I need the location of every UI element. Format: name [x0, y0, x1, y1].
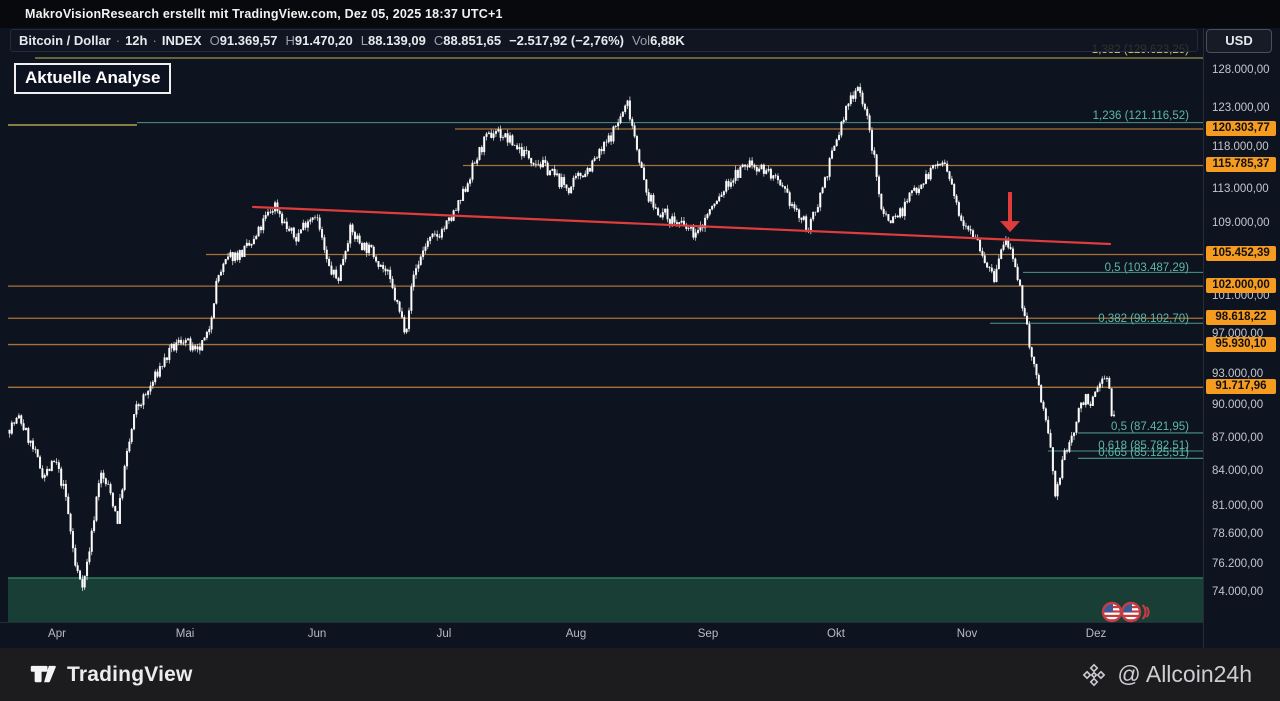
price-tick: 113.000,00: [1212, 182, 1269, 195]
price-tick: 123.000,00: [1212, 101, 1270, 114]
price-level-badge: 98.618,22: [1206, 310, 1276, 326]
chart-main: Bitcoin / Dollar · 12h · INDEX O 91.369,…: [0, 28, 1280, 648]
time-axis-label: Mai: [175, 628, 195, 640]
fib-level-label: 1,236 (121.116,52): [1092, 109, 1189, 122]
price-level-badge: 102.000,00: [1206, 278, 1276, 294]
price-tick: 74.000,00: [1212, 585, 1264, 598]
tradingview-logo-icon: [30, 665, 56, 683]
price-tick: 118.000,00: [1212, 141, 1269, 154]
low-value: 88.139,09: [368, 33, 426, 48]
author-credit: @ Allcoin24h: [1081, 661, 1252, 688]
chart-canvas[interactable]: Bitcoin / Dollar · 12h · INDEX O 91.369,…: [0, 28, 1203, 648]
symbol-timeframe[interactable]: 12h: [125, 33, 147, 48]
symbol-name[interactable]: Bitcoin / Dollar: [19, 33, 111, 48]
high-label: H: [285, 33, 295, 48]
price-level-badge: 120.303,77: [1206, 121, 1276, 137]
attribution-bar: MakroVisionResearch erstellt mit Trading…: [0, 0, 1280, 28]
time-axis-label: Dez: [1085, 628, 1107, 640]
price-tick: 76.200,00: [1212, 557, 1264, 570]
price-tick: 78.600,00: [1212, 528, 1264, 541]
time-axis-label: Nov: [956, 628, 978, 640]
flag-markers[interactable]: [1100, 597, 1152, 627]
time-axis-label: Jun: [307, 628, 327, 640]
candlestick-chart[interactable]: [0, 28, 1203, 648]
diamond-logo-icon: [1083, 663, 1106, 686]
fib-level-label: 0,382 (98.102,70): [1098, 313, 1189, 326]
close-label: C: [433, 33, 444, 48]
price-level-badge: 115.785,37: [1206, 157, 1276, 173]
open-value: 91.369,57: [219, 33, 278, 48]
symbol-market: INDEX: [161, 33, 202, 48]
fib-level-label: 0,5 (87.421,95): [1110, 420, 1189, 433]
time-axis-label: Apr: [48, 628, 66, 640]
price-tick: 109.000,00: [1212, 216, 1270, 229]
flag-marker-icon[interactable]: [1100, 597, 1152, 627]
price-tick: 81.000,00: [1212, 499, 1264, 512]
price-tick: 93.000,00: [1212, 368, 1264, 381]
legend-separator: ·: [152, 33, 157, 48]
price-level-badge: 91.717,96: [1206, 379, 1276, 395]
price-level-badge: 95.930,10: [1206, 336, 1276, 352]
price-tick: 84.000,00: [1212, 464, 1264, 477]
time-axis[interactable]: Apr Mai Jun Jul Aug Sep Okt Nov Dez: [0, 622, 1203, 648]
high-value: 91.470,20: [294, 33, 353, 48]
symbol-legend-bar[interactable]: Bitcoin / Dollar · 12h · INDEX O 91.369,…: [10, 29, 1198, 52]
change-value: −2.517,92 (−2,76%): [509, 33, 624, 48]
price-tick: 90.000,00: [1212, 399, 1264, 412]
time-axis-label: Sep: [697, 628, 719, 640]
price-tick: 128.000,00: [1212, 64, 1270, 76]
tradingview-chart-page: MakroVisionResearch erstellt mit Trading…: [0, 0, 1280, 701]
tradingview-brand[interactable]: TradingView: [30, 661, 193, 688]
price-tick: 87.000,00: [1212, 431, 1264, 444]
currency-usd-button[interactable]: USD: [1206, 29, 1272, 53]
fib-level-label: 0,665 (85.125,51): [1098, 447, 1189, 460]
footer-bar: TradingView @ Allcoin24h: [0, 648, 1280, 701]
credit-text: @ Allcoin24h: [1117, 661, 1252, 687]
close-value: 88.851,65: [443, 33, 502, 48]
open-label: O: [209, 33, 220, 48]
price-level-badge: 105.452,39: [1206, 246, 1276, 262]
volume-label: Vol: [632, 33, 651, 48]
time-axis-label: Okt: [827, 628, 845, 640]
time-axis-label: Jul: [436, 628, 452, 640]
attribution-text: MakroVisionResearch erstellt mit Trading…: [25, 7, 503, 21]
brand-name[interactable]: TradingView: [67, 663, 193, 687]
legend-separator: ·: [115, 33, 121, 48]
fib-level-label: 0,5 (103.487,29): [1104, 262, 1189, 275]
volume-value: 6,88K: [650, 33, 685, 48]
price-scale[interactable]: 128.000,00 123.000,00 118.000,00 113.000,00…: [1203, 28, 1280, 648]
low-label: L: [360, 33, 368, 48]
time-axis-label: Aug: [565, 628, 587, 640]
analysis-title-box: Aktuelle Analyse: [14, 63, 172, 94]
